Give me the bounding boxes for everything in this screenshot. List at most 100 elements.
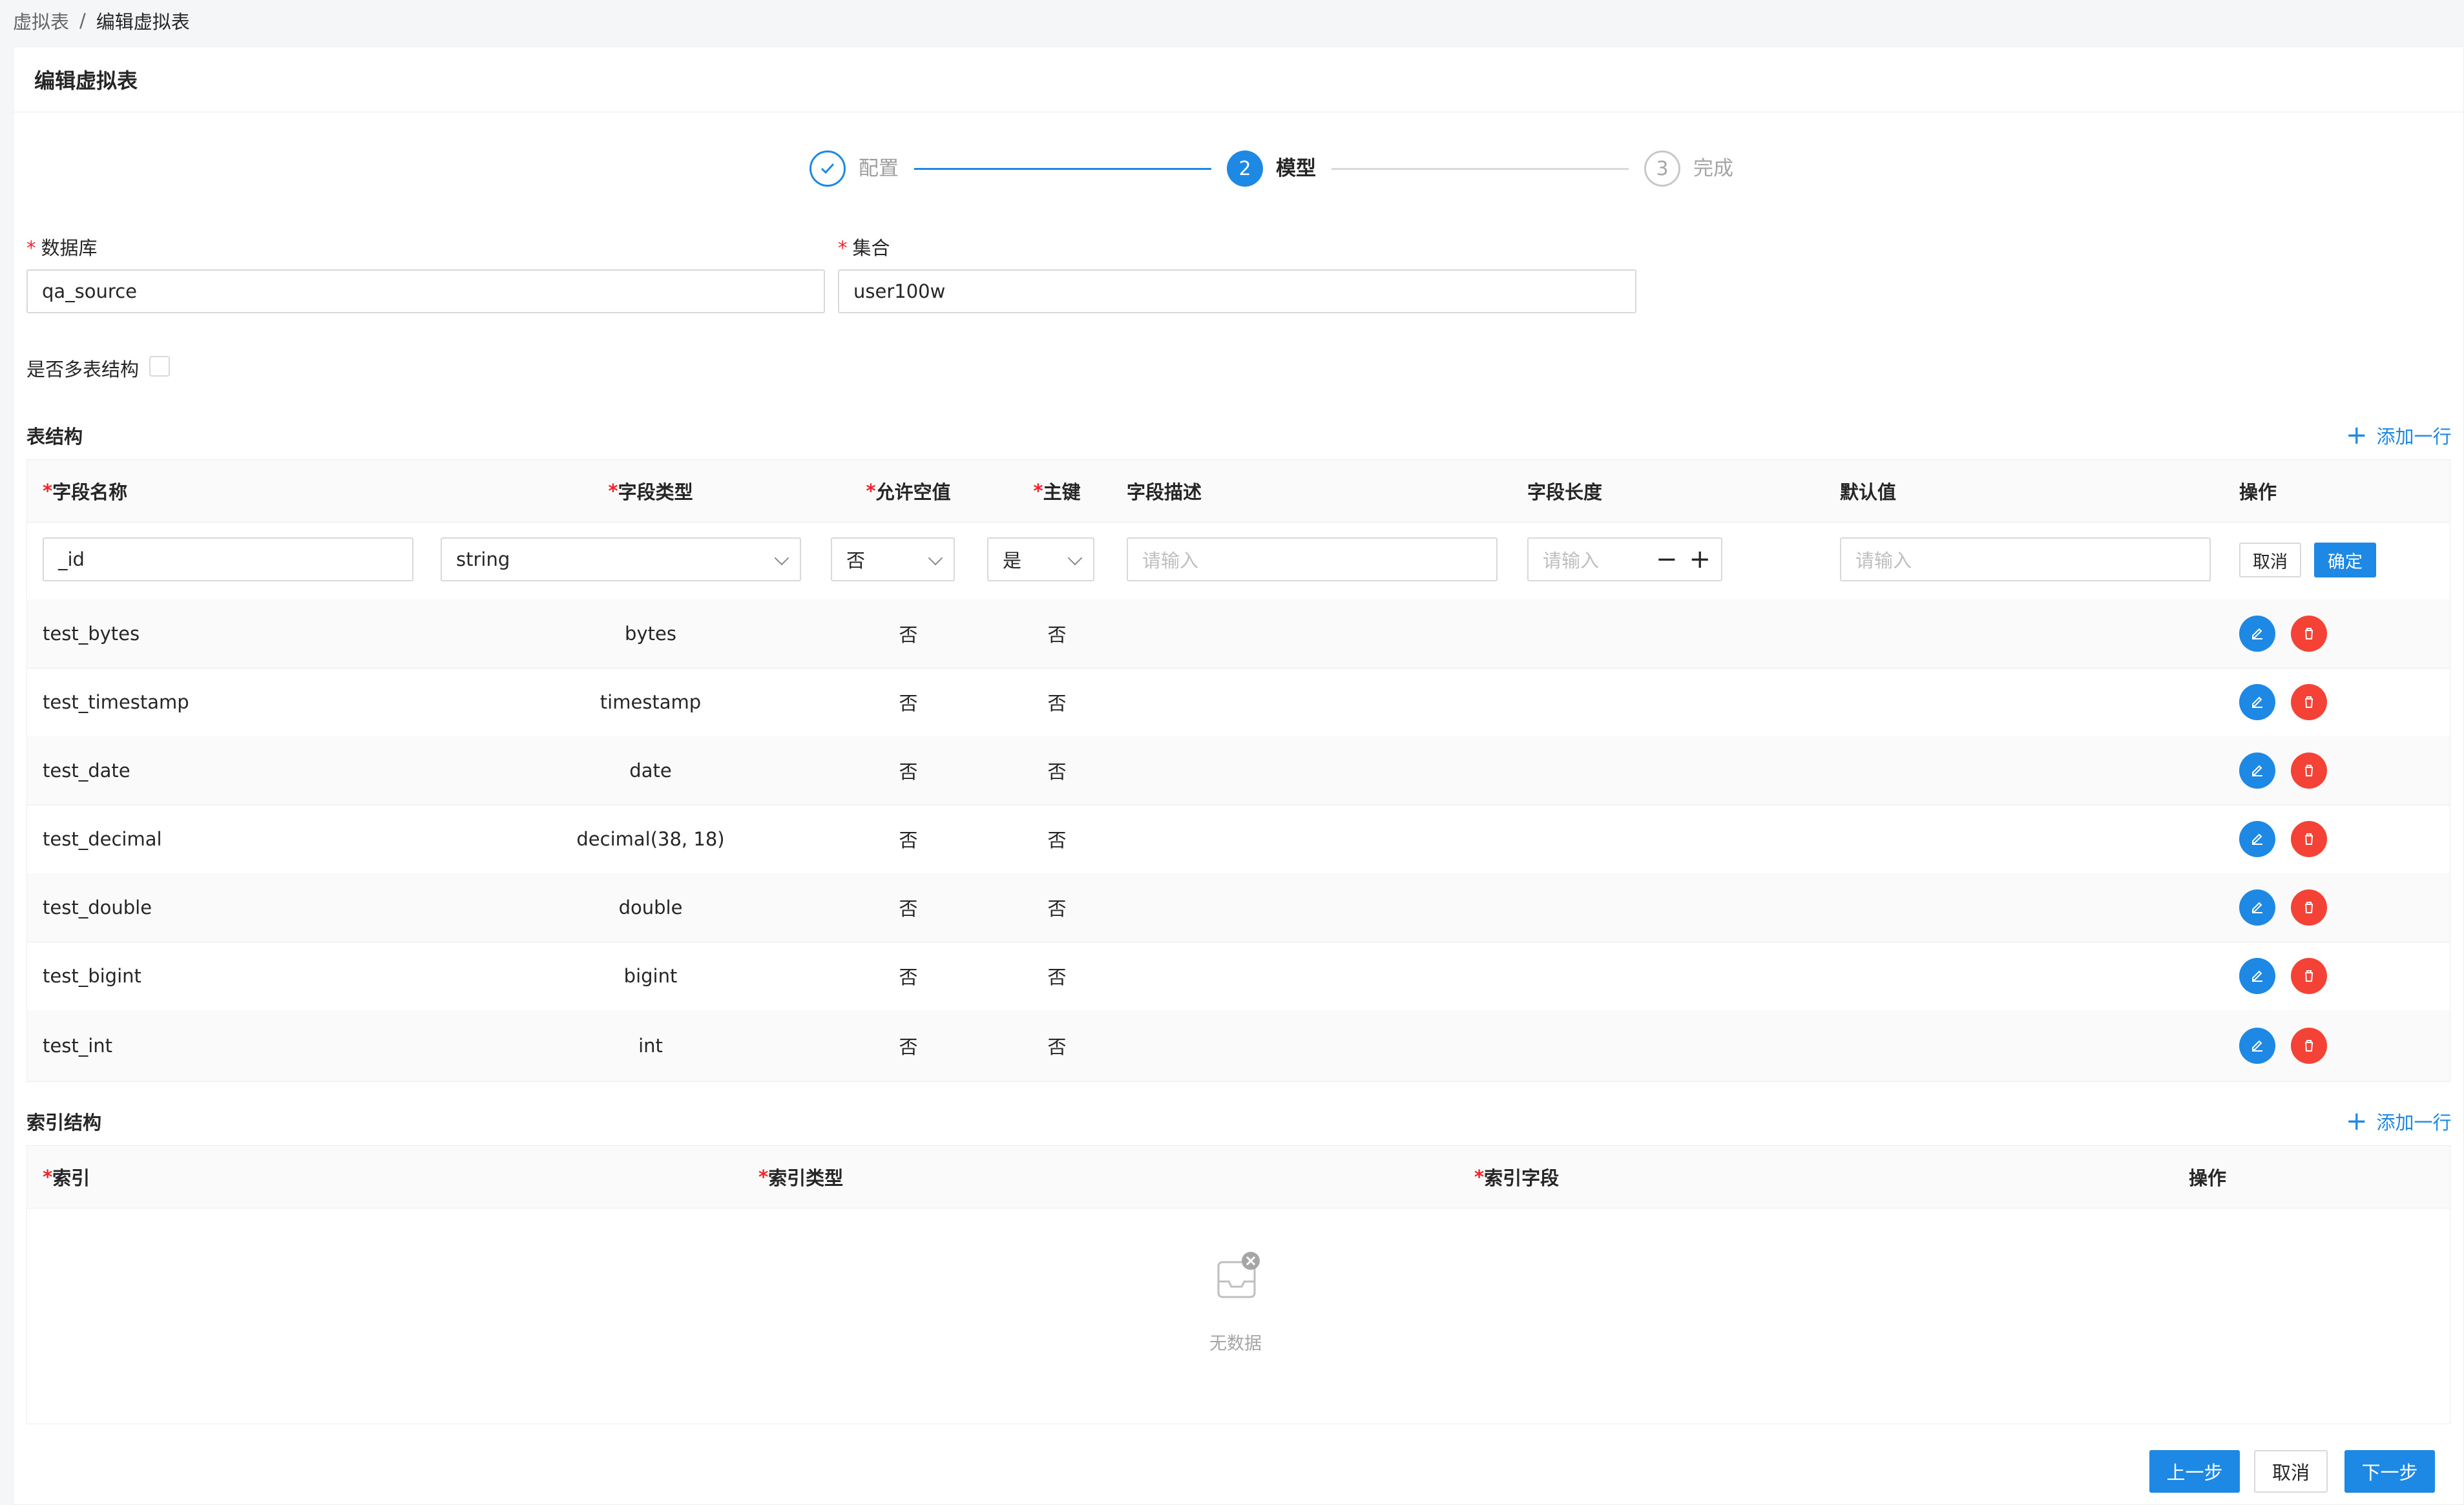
database-label-text: 数据库 bbox=[41, 237, 98, 259]
cell-primary-key: 否 bbox=[1047, 966, 1067, 988]
empty-text: 无数据 bbox=[1209, 1334, 1262, 1354]
step-3-circle: 3 bbox=[1644, 150, 1680, 187]
cell-nullable: 否 bbox=[899, 761, 918, 783]
required-mark: * bbox=[43, 480, 53, 502]
multi-table-checkbox[interactable] bbox=[149, 356, 170, 377]
schema-edit-row: _id string 否 是 请输入 请输入 − + 请输入 取消 确定 bbox=[27, 522, 2450, 600]
required-mark: * bbox=[866, 480, 876, 502]
step-connector-2 bbox=[1331, 168, 1629, 170]
edit-row-button[interactable] bbox=[2239, 889, 2275, 926]
pencil-icon bbox=[2252, 765, 2262, 776]
multi-table-label: 是否多表结构 bbox=[26, 358, 140, 380]
row-cancel-button[interactable]: 取消 bbox=[2239, 543, 2301, 577]
cell-nullable: 否 bbox=[899, 1036, 918, 1058]
col-index-type: * 索引类型 bbox=[758, 1146, 843, 1208]
nullable-select[interactable]: 否 bbox=[831, 537, 955, 581]
cell-primary-key: 否 bbox=[1047, 692, 1067, 714]
edit-row-button[interactable] bbox=[2239, 752, 2275, 789]
delete-row-button[interactable] bbox=[2291, 684, 2327, 720]
cell-primary-key: 否 bbox=[1047, 624, 1067, 646]
cell-field-type: bytes bbox=[625, 623, 676, 645]
col-primary-key: * 主键 bbox=[992, 460, 1122, 522]
field-type-select[interactable]: string bbox=[441, 537, 801, 581]
database-label: * 数据库 bbox=[26, 233, 98, 260]
delete-row-button[interactable] bbox=[2291, 958, 2327, 994]
pencil-icon bbox=[2252, 1040, 2262, 1052]
delete-row-button[interactable] bbox=[2291, 889, 2327, 926]
collection-input[interactable]: user100w bbox=[838, 269, 1636, 313]
delete-row-button[interactable] bbox=[2291, 821, 2327, 857]
cell-field-name: test_bytes bbox=[43, 623, 140, 645]
row-confirm-button[interactable]: 确定 bbox=[2314, 543, 2376, 577]
breadcrumb-parent-link[interactable]: 虚拟表 bbox=[13, 7, 69, 34]
database-input[interactable]: qa_source bbox=[26, 269, 825, 313]
step-3-label: 完成 bbox=[1693, 157, 1733, 180]
index-add-row-button[interactable]: + 添加一行 bbox=[2346, 1108, 2452, 1135]
schema-add-row-button[interactable]: + 添加一行 bbox=[2346, 422, 2452, 449]
table-row: test_date date 否 否 bbox=[27, 736, 2450, 805]
trash-icon bbox=[2305, 970, 2313, 982]
edit-row-button[interactable] bbox=[2239, 684, 2275, 720]
length-stepper-buttons: − + bbox=[1656, 544, 1711, 575]
trash-icon bbox=[2305, 628, 2313, 639]
primary-key-select-value: 是 bbox=[1003, 550, 1022, 572]
index-add-row-label: 添加一行 bbox=[2376, 1112, 2452, 1134]
col-field-type-text: 字段类型 bbox=[618, 481, 693, 503]
edit-row-button[interactable] bbox=[2239, 821, 2275, 857]
pencil-icon bbox=[2252, 902, 2262, 913]
pencil-icon bbox=[2252, 696, 2262, 708]
edit-row-button[interactable] bbox=[2239, 616, 2275, 652]
col-description: 字段描述 bbox=[1127, 481, 1202, 503]
required-mark: * bbox=[43, 1166, 53, 1188]
chevron-down-icon bbox=[928, 550, 943, 566]
required-mark: * bbox=[1474, 1166, 1485, 1188]
trash-icon bbox=[2305, 765, 2313, 776]
field-name-input[interactable]: _id bbox=[43, 537, 413, 581]
cell-field-name: test_bigint bbox=[43, 965, 141, 987]
prev-step-button[interactable]: 上一步 bbox=[2149, 1450, 2240, 1493]
delete-row-button[interactable] bbox=[2291, 752, 2327, 789]
table-row: test_int int 否 否 bbox=[27, 1010, 2450, 1081]
edit-virtual-table-panel: 编辑虚拟表 配置 2 模型 3 完成 * 数据库 qa_source * 集合 us… bbox=[13, 47, 2464, 1505]
primary-key-select[interactable]: 是 bbox=[987, 537, 1094, 581]
cell-nullable: 否 bbox=[899, 692, 918, 714]
cell-field-type: int bbox=[638, 1035, 663, 1057]
length-stepper[interactable]: 请输入 − + bbox=[1527, 537, 1722, 581]
plus-icon[interactable]: + bbox=[1689, 544, 1711, 575]
next-step-button[interactable]: 下一步 bbox=[2344, 1450, 2435, 1493]
col-index-field: * 索引字段 bbox=[1474, 1146, 1559, 1208]
cell-field-type: bigint bbox=[623, 965, 678, 987]
table-row: test_bytes bytes 否 否 bbox=[27, 599, 2450, 669]
schema-section-title: 表结构 bbox=[26, 426, 83, 448]
cancel-button[interactable]: 取消 bbox=[2254, 1450, 2328, 1493]
edit-row-button[interactable] bbox=[2239, 1028, 2275, 1064]
schema-table-header: * 字段名称 * 字段类型 * 允许空值 * 主键 字段描述 字段长度 默认值 操作 bbox=[27, 460, 2450, 523]
nullable-select-value: 否 bbox=[846, 550, 866, 572]
cell-field-type: double bbox=[618, 897, 683, 919]
col-index: * 索引 bbox=[43, 1146, 90, 1208]
description-input[interactable]: 请输入 bbox=[1127, 537, 1498, 581]
pencil-icon bbox=[2252, 628, 2262, 639]
delete-row-button[interactable] bbox=[2291, 1028, 2327, 1064]
trash-icon bbox=[2305, 902, 2313, 913]
default-value-input[interactable]: 请输入 bbox=[1840, 537, 2211, 581]
col-index-field-text: 索引字段 bbox=[1484, 1167, 1560, 1189]
col-index-text: 索引 bbox=[52, 1167, 90, 1189]
collection-label: * 集合 bbox=[838, 233, 890, 260]
col-field-name: * 字段名称 bbox=[43, 460, 127, 522]
cell-field-name: test_date bbox=[43, 760, 131, 782]
step-2-label: 模型 bbox=[1276, 157, 1316, 180]
chevron-down-icon bbox=[774, 550, 789, 566]
cell-field-type: decimal(38, 18) bbox=[576, 828, 725, 850]
cell-primary-key: 否 bbox=[1047, 761, 1067, 783]
required-mark: * bbox=[608, 480, 618, 502]
step-1-label: 配置 bbox=[859, 157, 899, 180]
index-table-header: * 索引 * 索引类型 * 索引字段 操作 bbox=[27, 1146, 2450, 1209]
cell-primary-key: 否 bbox=[1047, 898, 1067, 920]
required-mark: * bbox=[26, 237, 36, 259]
delete-row-button[interactable] bbox=[2291, 616, 2327, 652]
minus-icon[interactable]: − bbox=[1656, 544, 1678, 575]
cell-field-type: date bbox=[629, 760, 672, 782]
edit-row-button[interactable] bbox=[2239, 958, 2275, 994]
step-1-check-icon bbox=[809, 150, 846, 187]
